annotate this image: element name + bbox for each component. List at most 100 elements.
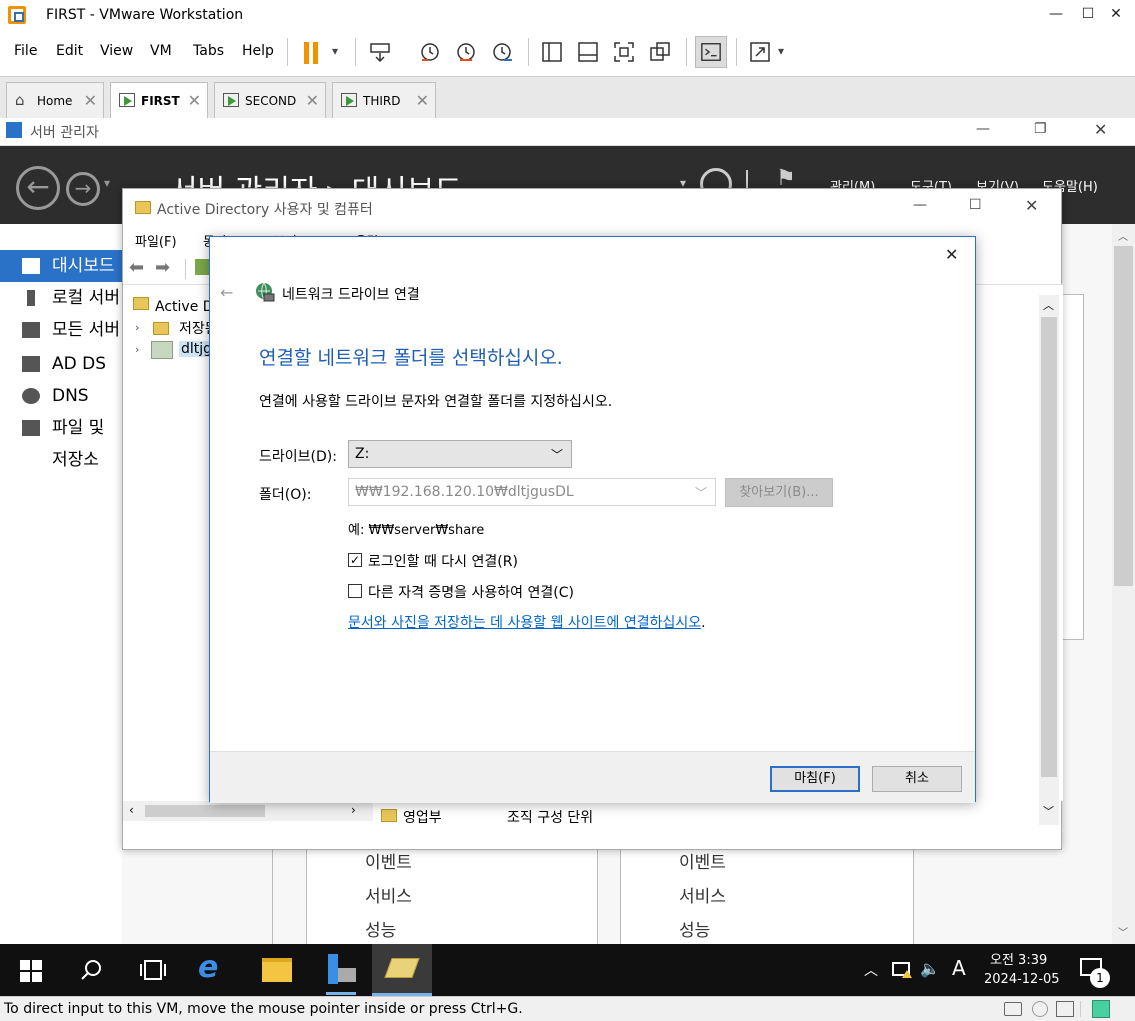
pause-dropdown-chevron-icon[interactable]: ▾: [332, 44, 338, 58]
sidebar-item-all-servers[interactable]: 모든 서버: [0, 314, 122, 346]
tab-close-icon[interactable]: ✕: [188, 91, 201, 110]
back-arrow-icon[interactable]: ←: [220, 283, 233, 302]
list-vertical-scrollbar[interactable]: ︿ ﹀: [1039, 295, 1059, 825]
tab-close-icon[interactable]: ✕: [306, 91, 319, 110]
message-log-icon[interactable]: [1092, 1000, 1110, 1018]
maximize-icon[interactable]: ☐: [969, 197, 982, 213]
scroll-left-icon[interactable]: ‹: [129, 803, 134, 817]
tab-close-icon[interactable]: ✕: [416, 91, 429, 110]
drive-select[interactable]: Z: ﹀: [348, 440, 572, 468]
tile-services[interactable]: 서비스: [679, 882, 726, 907]
tile-performance[interactable]: 성능: [679, 916, 710, 941]
tray-chevron-up-icon[interactable]: ︿: [864, 960, 878, 980]
back-arrow-icon[interactable]: ←: [16, 166, 60, 210]
tree-expand-icon[interactable]: ›: [135, 343, 139, 356]
reconnect-checkbox-row[interactable]: ✓ 로그인할 때 다시 연결(R): [348, 551, 648, 570]
console-view-button[interactable]: [695, 36, 727, 68]
volume-muted-icon[interactable]: 🔈: [920, 959, 940, 978]
minimize-icon[interactable]: —: [913, 197, 927, 213]
close-icon[interactable]: ✕: [945, 245, 958, 264]
tab-third[interactable]: THIRD ✕: [332, 82, 436, 118]
tab-home[interactable]: ⌂ Home ✕: [6, 82, 104, 118]
reconnect-checkbox[interactable]: ✓: [348, 553, 362, 567]
ad-menu-file[interactable]: 파일(F): [135, 231, 177, 250]
menu-view[interactable]: View: [100, 43, 133, 59]
file-explorer-icon[interactable]: [262, 958, 292, 982]
sidebar-item-ad-ds[interactable]: AD DS: [0, 348, 122, 380]
ime-indicator[interactable]: A: [952, 956, 966, 980]
network-adapter-icon[interactable]: [1056, 1001, 1074, 1017]
scrollbar-thumb[interactable]: [1041, 317, 1057, 777]
menu-tabs[interactable]: Tabs: [193, 43, 224, 59]
back-arrow-icon[interactable]: ⬅: [129, 257, 144, 278]
search-icon[interactable]: [80, 958, 104, 982]
task-view-icon[interactable]: [140, 958, 166, 982]
scroll-down-icon[interactable]: ﹀: [1043, 803, 1054, 819]
web-site-link[interactable]: 문서와 사진을 저장하는 데 사용할 웹 사이트에 연결하십시오: [348, 615, 701, 631]
tab-first[interactable]: FIRST ✕: [110, 82, 208, 119]
forward-arrow-icon[interactable]: ➡: [155, 257, 170, 278]
finish-button[interactable]: 마침(F): [770, 766, 860, 792]
restore-icon[interactable]: ❐: [1034, 121, 1047, 137]
credentials-checkbox-row[interactable]: 다른 자격 증명을 사용하여 연결(C): [348, 582, 668, 601]
close-icon[interactable]: ✕: [1025, 196, 1038, 215]
tree-expand-icon[interactable]: ›: [135, 321, 139, 334]
tile-performance[interactable]: 성능: [365, 916, 396, 941]
minimize-icon[interactable]: —: [1046, 6, 1066, 22]
sidebar-item-dashboard[interactable]: 대시보드: [0, 250, 122, 282]
internet-explorer-icon[interactable]: e: [198, 950, 218, 985]
stretch-dropdown-chevron-icon[interactable]: ▾: [778, 44, 784, 58]
folder-combo[interactable]: ₩₩192.168.120.10₩dltjgusDL ﹀: [348, 478, 716, 506]
hard-disk-icon[interactable]: [1004, 1002, 1022, 1016]
clock-date[interactable]: 2024-12-05: [984, 972, 1060, 987]
cancel-button[interactable]: 취소: [872, 766, 962, 792]
scroll-up-icon[interactable]: ︿: [1118, 228, 1128, 243]
pause-icon[interactable]: [302, 42, 320, 64]
browse-button[interactable]: 찾아보기(B)...: [725, 478, 833, 507]
sidebar-item-file-storage[interactable]: 파일 및 저장소: [0, 412, 122, 470]
windows-start-icon[interactable]: [20, 960, 42, 982]
tree-horizontal-scrollbar[interactable]: ‹ ›: [123, 801, 373, 821]
full-screen-icon[interactable]: [612, 40, 636, 64]
list-item[interactable]: 영업부 조직 구성 단위: [377, 801, 1057, 829]
scroll-down-icon[interactable]: ﹀: [1118, 924, 1128, 939]
dashboard-scrollbar[interactable]: ︿ ﹀: [1112, 224, 1135, 944]
scrollbar-thumb[interactable]: [145, 805, 265, 817]
history-chevron-down-icon[interactable]: ▾: [104, 176, 110, 190]
cd-dvd-icon[interactable]: [1032, 1001, 1048, 1017]
stretch-guest-icon[interactable]: [748, 40, 772, 64]
ad-users-taskbar-item[interactable]: [372, 944, 432, 996]
clock-time[interactable]: 오전 3:39: [990, 949, 1047, 968]
scroll-right-icon[interactable]: ›: [351, 803, 356, 817]
unity-icon[interactable]: [648, 40, 672, 64]
sidebar-item-local-server[interactable]: 로컬 서버: [0, 282, 122, 314]
minimize-icon[interactable]: —: [976, 121, 990, 137]
credentials-checkbox[interactable]: [348, 584, 362, 598]
scroll-up-icon[interactable]: ︿: [1043, 297, 1054, 313]
forward-arrow-icon[interactable]: →: [66, 172, 100, 206]
tile-all-servers[interactable]: 이벤트 서비스 성능: [620, 844, 914, 944]
snapshot-take-icon[interactable]: [418, 40, 442, 64]
snapshot-manager-icon[interactable]: [490, 40, 514, 64]
library-view-icon[interactable]: [540, 40, 564, 64]
thumbnail-bar-icon[interactable]: [576, 40, 600, 64]
network-warning-icon[interactable]: [892, 962, 912, 978]
tile-local-server[interactable]: 이벤트 서비스 성능: [306, 844, 598, 944]
tile-events[interactable]: 이벤트: [679, 848, 726, 873]
tab-close-icon[interactable]: ✕: [84, 91, 97, 110]
snapshot-revert-icon[interactable]: [454, 40, 478, 64]
tile-services[interactable]: 서비스: [365, 882, 412, 907]
server-manager-taskbar-icon[interactable]: [326, 954, 356, 986]
scrollbar-thumb[interactable]: [1114, 246, 1133, 586]
close-icon[interactable]: ✕: [1094, 120, 1107, 139]
menu-edit[interactable]: Edit: [56, 43, 83, 59]
maximize-icon[interactable]: ☐: [1078, 6, 1098, 22]
close-icon[interactable]: ✕: [1106, 6, 1126, 22]
send-ctrl-alt-del-icon[interactable]: [368, 40, 392, 64]
tab-second[interactable]: SECOND ✕: [214, 82, 326, 118]
sidebar-item-dns[interactable]: DNS: [0, 380, 122, 412]
tile-events[interactable]: 이벤트: [365, 848, 412, 873]
menu-vm[interactable]: VM: [150, 43, 172, 59]
menu-help[interactable]: Help: [242, 43, 274, 59]
menu-file[interactable]: File: [14, 43, 37, 59]
